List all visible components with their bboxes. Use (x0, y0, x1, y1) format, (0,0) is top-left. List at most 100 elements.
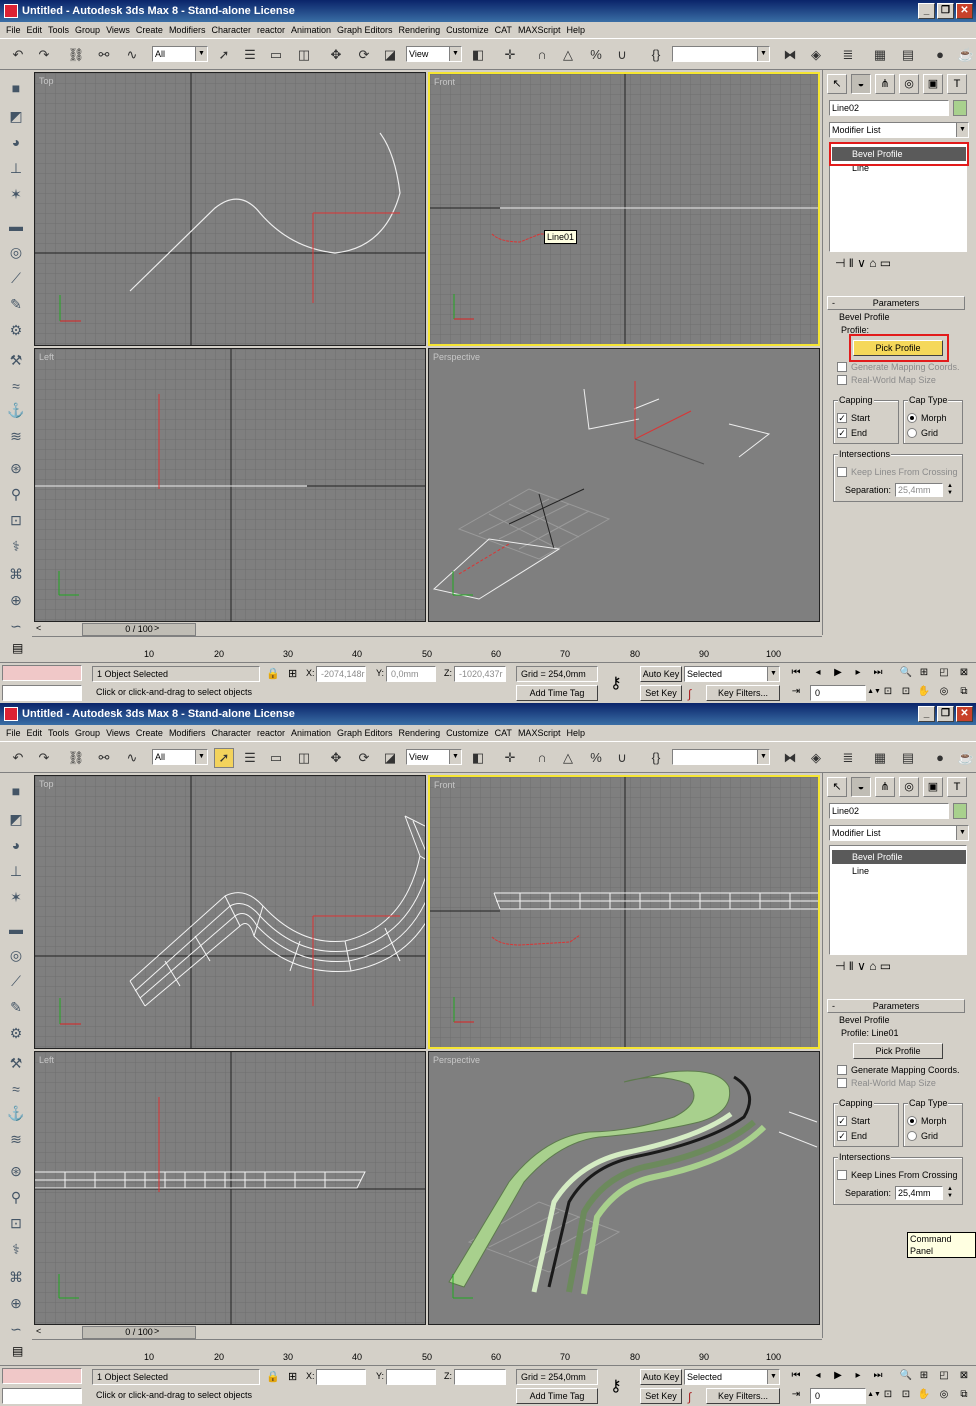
water-icon[interactable]: ≈ (6, 376, 26, 396)
unlink-icon[interactable]: ⚯ (94, 748, 114, 768)
mini-curve-icon[interactable]: ▤ (12, 1344, 23, 1358)
morph-radio[interactable] (907, 1116, 917, 1126)
move-icon[interactable]: ✥ (326, 45, 346, 65)
viewport-label[interactable]: Top (39, 76, 54, 86)
region-zoom-icon[interactable]: ⊡ (898, 1388, 914, 1402)
arc-rotate-icon[interactable]: ◎ (936, 1388, 952, 1402)
analyze-icon[interactable]: ⊛ (6, 458, 26, 478)
motion-tab-icon[interactable]: ◎ (899, 74, 919, 94)
angle-snap-icon[interactable]: △ (558, 748, 578, 768)
modifier-list-dropdown[interactable]: Modifier List ▼ (829, 825, 969, 841)
menu-views[interactable]: Views (106, 22, 130, 38)
stack-item-bevel-profile[interactable]: Bevel Profile (832, 850, 966, 864)
zoom-icon[interactable]: 🔍 (898, 666, 914, 680)
viewport-label[interactable]: Left (39, 352, 54, 362)
time-config-icon[interactable]: ⊡ (880, 685, 896, 699)
scroll-left-icon[interactable]: < (36, 623, 41, 633)
plane-icon[interactable]: ⊥ (6, 861, 26, 881)
rope-icon[interactable]: ⟋ (6, 268, 26, 288)
zoom-icon[interactable]: 🔍 (898, 1369, 914, 1383)
motor-icon[interactable]: ⚙ (6, 1023, 26, 1043)
menu-cat[interactable]: CAT (495, 725, 512, 741)
layers-icon[interactable]: ≣ (838, 45, 858, 65)
deforming-mesh-icon[interactable]: ⌘ (6, 1267, 26, 1287)
object-name-field[interactable]: Line02 (829, 803, 949, 819)
x-coordinate[interactable] (316, 1369, 366, 1385)
undo-icon[interactable]: ↶ (8, 748, 28, 768)
maximize-viewport-icon[interactable]: ⧉ (956, 685, 972, 699)
viewport-label[interactable]: Front (434, 780, 455, 790)
create-animation-icon[interactable]: ⊡ (6, 1213, 26, 1233)
render-icon[interactable]: ☕ (956, 45, 976, 65)
hinge-icon[interactable]: ⚓ (6, 400, 26, 420)
menu-edit[interactable]: Edit (27, 22, 43, 38)
menu-rendering[interactable]: Rendering (399, 725, 441, 741)
parameters-rollout-header[interactable]: - Parameters (827, 296, 965, 310)
separation-field[interactable]: 25,4mm (895, 483, 943, 497)
current-frame-field[interactable]: 0 (810, 1388, 866, 1404)
scale-icon[interactable]: ◪ (380, 748, 400, 768)
z-coordinate[interactable]: -1020,437r (454, 666, 506, 682)
zoom-extents-icon[interactable]: ◰ (936, 666, 952, 680)
ragdoll-icon[interactable]: ≋ (6, 1129, 26, 1149)
set-key-button[interactable]: Set Key (640, 685, 682, 701)
viewport-perspective[interactable]: Perspective (428, 348, 820, 622)
go-to-end-icon[interactable]: ⏭ (870, 1369, 886, 1383)
spinner-snap-icon[interactable]: ∪ (612, 748, 632, 768)
object-name-field[interactable]: Line02 (829, 100, 949, 116)
region-zoom-icon[interactable]: ⊡ (898, 685, 914, 699)
utility-icon[interactable]: ∽ (6, 616, 26, 636)
menu-create[interactable]: Create (136, 22, 163, 38)
stack-tools-icons[interactable]: ⊣ ‖ ∨ ⌂ ▭ (835, 959, 891, 973)
preview-icon[interactable]: ⚲ (6, 1187, 26, 1207)
menu-group[interactable]: Group (75, 22, 100, 38)
object-color-swatch[interactable] (953, 100, 967, 116)
pan-icon[interactable]: ✋ (916, 1388, 932, 1402)
next-frame-icon[interactable]: ▸ (850, 666, 866, 680)
hierarchy-tab-icon[interactable]: ⋔ (875, 74, 895, 94)
pick-profile-button[interactable]: Pick Profile (853, 1043, 943, 1059)
menu-cat[interactable]: CAT (495, 22, 512, 38)
utilities-tab-icon[interactable]: T (947, 777, 967, 797)
select-by-name-icon[interactable]: ☰ (240, 45, 260, 65)
separation-spinner[interactable]: ▲ ▼ (945, 1186, 955, 1200)
y-coordinate[interactable]: 0,0mm (386, 666, 436, 682)
wind-icon[interactable]: ✎ (6, 294, 26, 314)
cap-start-checkbox[interactable]: ✓ (837, 1116, 847, 1126)
rope-icon[interactable]: ⟋ (6, 971, 26, 991)
mirror-icon[interactable]: ⧓ (780, 748, 800, 768)
link-icon[interactable]: ⛓ (66, 45, 86, 65)
property-editor-icon[interactable]: ⊕ (6, 1293, 26, 1313)
time-slider[interactable]: 0 / 100 (82, 623, 196, 636)
named-selection-icon[interactable]: {} (646, 45, 666, 65)
menu-create[interactable]: Create (136, 725, 163, 741)
ref-coord-dropdown[interactable]: View ▼ (406, 46, 462, 62)
auto-key-button[interactable]: Auto Key (640, 1369, 682, 1385)
select-object-icon[interactable]: ➚ (214, 45, 234, 65)
rotate-icon[interactable]: ⟳ (354, 45, 374, 65)
fracture-icon[interactable]: ◎ (6, 945, 26, 965)
real-world-checkbox[interactable] (837, 375, 847, 385)
stack-item-line[interactable]: Line (832, 864, 966, 878)
go-to-start-icon[interactable]: ⏮ (788, 666, 804, 680)
close-button[interactable]: ✕ (956, 706, 973, 722)
play-icon[interactable]: ▶ (830, 1369, 846, 1383)
key-filters-button[interactable]: Key Filters... (706, 685, 780, 701)
maxscript-mini[interactable] (2, 685, 82, 701)
keep-lines-checkbox[interactable] (837, 1170, 847, 1180)
menu-customize[interactable]: Customize (446, 22, 489, 38)
utility-icon[interactable]: ∽ (6, 1319, 26, 1339)
z-coordinate[interactable] (454, 1369, 506, 1385)
menu-views[interactable]: Views (106, 725, 130, 741)
utilities-tab-icon[interactable]: T (947, 74, 967, 94)
viewport-left[interactable]: Left (34, 1051, 426, 1325)
prev-frame-icon[interactable]: ◂ (810, 1369, 826, 1383)
select-object-icon[interactable]: ➚ (214, 748, 234, 768)
rigid-body-icon[interactable]: ■ (6, 78, 26, 98)
generate-mapping-checkbox[interactable] (837, 362, 847, 372)
link-icon[interactable]: ⛓ (66, 748, 86, 768)
redo-icon[interactable]: ↷ (34, 45, 54, 65)
menu-animation[interactable]: Animation (291, 22, 331, 38)
menu-customize[interactable]: Customize (446, 725, 489, 741)
deforming-mesh-icon[interactable]: ⌘ (6, 564, 26, 584)
